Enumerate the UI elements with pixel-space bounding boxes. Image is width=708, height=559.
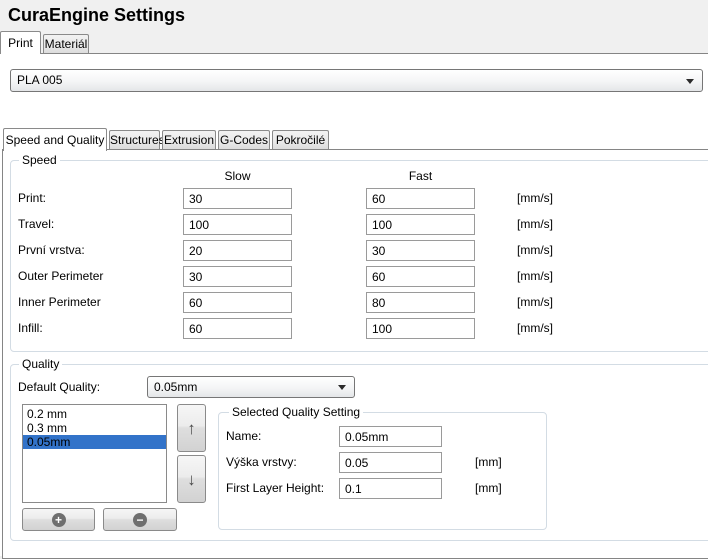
- outer-perimeter-fast-input[interactable]: [366, 266, 475, 287]
- first-layer-height-label: First Layer Height:: [226, 481, 324, 495]
- tab-pokrocile[interactable]: Pokročilé: [272, 130, 329, 149]
- name-label: Name:: [226, 429, 261, 443]
- material-select-value: PLA 005: [17, 73, 62, 87]
- quality-group-title: Quality: [19, 357, 62, 371]
- selected-row-layer-height: Výška vrstvy: [mm]: [0, 450, 708, 476]
- list-item[interactable]: 0.2 mm: [23, 407, 166, 421]
- default-quality-label: Default Quality:: [18, 380, 100, 394]
- first-layer-fast-input[interactable]: [366, 240, 475, 261]
- outer-perimeter-unit-label: [mm/s]: [517, 269, 553, 283]
- print-label: Print:: [18, 191, 46, 205]
- chevron-down-icon: [338, 385, 346, 390]
- material-select[interactable]: PLA 005: [10, 69, 703, 92]
- tab-gcodes[interactable]: G-Codes: [218, 130, 270, 149]
- print-fast-input[interactable]: [366, 188, 475, 209]
- speed-row-print: Print: [mm/s]: [0, 186, 708, 212]
- layer-height-unit-label: [mm]: [475, 455, 502, 469]
- speed-row-outer-perimeter: Outer Perimeter [mm/s]: [0, 264, 708, 290]
- inner-perimeter-label: Inner Perimeter: [18, 295, 101, 309]
- inner-perimeter-slow-input[interactable]: [183, 292, 292, 313]
- first-layer-slow-input[interactable]: [183, 240, 292, 261]
- speed-group-title: Speed: [19, 153, 60, 167]
- travel-fast-input[interactable]: [366, 214, 475, 235]
- tab-structures[interactable]: Structures: [109, 130, 160, 149]
- selected-quality-group-title: Selected Quality Setting: [229, 405, 363, 419]
- first-layer-unit-label: [mm/s]: [517, 243, 553, 257]
- infill-slow-input[interactable]: [183, 318, 292, 339]
- outer-perimeter-label: Outer Perimeter: [18, 269, 103, 283]
- name-input[interactable]: [339, 426, 442, 447]
- add-quality-button[interactable]: +: [22, 508, 95, 531]
- speed-row-infill: Infill: [mm/s]: [0, 316, 708, 342]
- first-layer-label: První vrstva:: [18, 243, 85, 257]
- selected-row-name: Name:: [0, 424, 708, 450]
- travel-slow-input[interactable]: [183, 214, 292, 235]
- infill-fast-input[interactable]: [366, 318, 475, 339]
- remove-quality-button[interactable]: −: [103, 508, 177, 531]
- outer-perimeter-slow-input[interactable]: [183, 266, 292, 287]
- default-quality-value: 0.05mm: [154, 380, 197, 394]
- selected-row-first-layer-height: First Layer Height: [mm]: [0, 476, 708, 502]
- plus-icon: +: [52, 513, 66, 527]
- minus-icon: −: [133, 513, 147, 527]
- inner-perimeter-fast-input[interactable]: [366, 292, 475, 313]
- speed-row-inner-perimeter: Inner Perimeter [mm/s]: [0, 290, 708, 316]
- print-slow-input[interactable]: [183, 188, 292, 209]
- tab-speed-and-quality[interactable]: Speed and Quality: [3, 128, 107, 151]
- tab-print[interactable]: Print: [0, 31, 41, 54]
- layer-height-input[interactable]: [339, 452, 442, 473]
- speed-row-travel: Travel: [mm/s]: [0, 212, 708, 238]
- page-title: CuraEngine Settings: [8, 5, 185, 26]
- column-header-slow: Slow: [183, 169, 292, 183]
- infill-unit-label: [mm/s]: [517, 321, 553, 335]
- print-unit-label: [mm/s]: [517, 191, 553, 205]
- speed-row-first-layer: První vrstva: [mm/s]: [0, 238, 708, 264]
- chevron-down-icon: [686, 79, 694, 84]
- first-layer-height-input[interactable]: [339, 478, 442, 499]
- infill-label: Infill:: [18, 321, 43, 335]
- inner-perimeter-unit-label: [mm/s]: [517, 295, 553, 309]
- layer-height-label: Výška vrstvy:: [226, 455, 297, 469]
- column-header-fast: Fast: [366, 169, 475, 183]
- first-layer-height-unit-label: [mm]: [475, 481, 502, 495]
- tab-extrusion[interactable]: Extrusion: [162, 130, 216, 149]
- tab-material[interactable]: Materiál: [43, 34, 89, 53]
- travel-unit-label: [mm/s]: [517, 217, 553, 231]
- default-quality-select[interactable]: 0.05mm: [147, 376, 355, 398]
- travel-label: Travel:: [18, 217, 54, 231]
